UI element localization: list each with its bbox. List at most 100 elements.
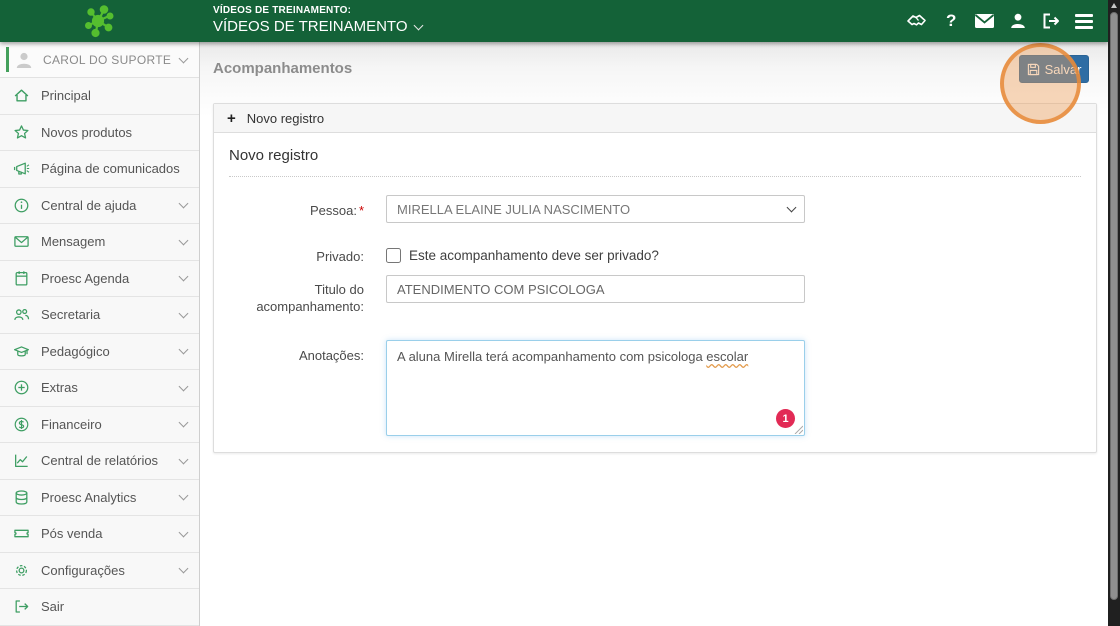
chevron-down-icon — [178, 454, 189, 465]
context-title: VÍDEOS DE TREINAMENTO — [213, 18, 408, 35]
logout-icon[interactable] — [1038, 8, 1064, 34]
sidebar-item-configuracoes[interactable]: Configurações — [0, 552, 199, 589]
acompanhamento-form: Pessoa: * MIRELLA ELAINE JULIA NASCIMENTO… — [229, 195, 1081, 436]
dollar-icon — [14, 417, 29, 432]
sidebar-item-pedagogico[interactable]: Pedagógico — [0, 333, 199, 370]
page-title: Acompanhamentos — [213, 60, 353, 77]
active-indicator — [6, 47, 9, 72]
topbar-actions: ? — [905, 0, 1097, 42]
panel-body: Novo registro Pessoa: * MIRELLA ELAINE JU… — [214, 133, 1096, 436]
top-navbar: VÍDEOS DE TREINAMENTO: VÍDEOS DE TREINAM… — [0, 0, 1108, 42]
save-icon — [1027, 63, 1039, 75]
sidebar-item-central-relatorios[interactable]: Central de relatórios — [0, 443, 199, 480]
sidebar-item-pagina-comunicados[interactable]: Página de comunicados — [0, 151, 199, 188]
proesc-logo-icon[interactable] — [82, 3, 118, 39]
titulo-input[interactable] — [386, 275, 805, 303]
context-label: VÍDEOS DE TREINAMENTO: — [213, 5, 352, 16]
form-row-pessoa: Pessoa: * MIRELLA ELAINE JULIA NASCIMENTO — [229, 195, 1081, 223]
people-icon — [14, 309, 30, 321]
sidebar-item-financeiro[interactable]: Financeiro — [0, 406, 199, 443]
chevron-down-icon — [786, 202, 797, 213]
sidebar-item-secretaria[interactable]: Secretaria — [0, 297, 199, 334]
mail-icon[interactable] — [971, 8, 997, 34]
panel-header-toggle[interactable]: + Novo registro — [214, 104, 1096, 133]
sidebar-menu: Principal Novos produtos Página de comun… — [0, 78, 199, 626]
titulo-label: Titulo do acompanhamento: — [256, 282, 364, 314]
sidebar-item-principal[interactable]: Principal — [0, 78, 199, 115]
chevron-down-icon — [178, 308, 189, 319]
anotacoes-label: Anotações: — [298, 348, 364, 363]
graduation-cap-icon — [13, 346, 30, 357]
sidebar-item-mensagem[interactable]: Mensagem — [0, 224, 199, 261]
envelope-icon — [14, 236, 29, 248]
sidebar-item-label: Principal — [41, 88, 91, 104]
novo-registro-panel: + Novo registro Novo registro Pessoa: * M… — [213, 103, 1097, 453]
chevron-down-icon — [178, 381, 189, 392]
form-row-privado: Privado: Este acompanhamento deve ser pr… — [229, 244, 1081, 266]
form-row-anotacoes: Anotações: A aluna Mirella terá acompanh… — [229, 340, 1081, 436]
sidebar-item-label: Financeiro — [41, 416, 102, 432]
save-button[interactable]: Salvar — [1019, 55, 1089, 83]
help-icon[interactable]: ? — [938, 8, 964, 34]
pessoa-select[interactable]: MIRELLA ELAINE JULIA NASCIMENTO — [386, 195, 805, 223]
panel-header-title: Novo registro — [246, 110, 325, 126]
user-icon[interactable] — [1005, 8, 1031, 34]
plus-icon: + — [227, 109, 236, 127]
sidebar-item-label: Proesc Agenda — [41, 270, 130, 286]
handshake-icon[interactable] — [905, 8, 931, 34]
sidebar-item-pos-venda[interactable]: Pós venda — [0, 516, 199, 553]
megaphone-icon — [13, 162, 30, 175]
sidebar-user[interactable]: CAROL DO SUPORTE — [0, 42, 199, 78]
privado-checkbox[interactable] — [386, 247, 401, 263]
save-button-label: Salvar — [1044, 61, 1082, 77]
anotacoes-textarea[interactable]: A aluna Mirella terá acompanhamento com … — [386, 340, 805, 436]
line-chart-icon — [15, 454, 28, 468]
menu-icon[interactable] — [1071, 8, 1097, 34]
chevron-down-icon — [178, 344, 189, 355]
privado-label: Privado: — [316, 248, 364, 264]
home-icon — [14, 89, 29, 102]
scroll-up-arrow-icon[interactable] — [1110, 3, 1117, 8]
sidebar-item-label: Novos produtos — [41, 124, 133, 140]
sidebar-item-novos-produtos[interactable]: Novos produtos — [0, 114, 199, 151]
sign-out-icon — [15, 600, 29, 613]
sidebar-item-label: Central de relatórios — [41, 453, 159, 469]
pessoa-select-value: MIRELLA ELAINE JULIA NASCIMENTO — [397, 201, 631, 217]
info-icon — [14, 198, 29, 213]
sidebar-item-central-ajuda[interactable]: Central de ajuda — [0, 187, 199, 224]
sidebar-item-label: Secretaria — [41, 307, 101, 323]
main-content: Acompanhamentos Salvar + Novo registro N… — [200, 42, 1108, 626]
privado-checkbox-label: Este acompanhamento deve ser privado? — [409, 247, 659, 263]
sidebar-item-label: Proesc Analytics — [41, 489, 137, 505]
chevron-down-icon — [178, 417, 189, 428]
app-window: VÍDEOS DE TREINAMENTO: VÍDEOS DE TREINAM… — [0, 0, 1120, 626]
form-row-titulo: Titulo do acompanhamento: — [229, 275, 1081, 315]
sidebar-item-label: Pedagógico — [41, 343, 110, 359]
chevron-down-icon — [178, 198, 189, 209]
sidebar-item-label: Mensagem — [41, 234, 106, 250]
chevron-down-icon — [178, 563, 189, 574]
chevron-down-icon — [178, 490, 189, 501]
agenda-icon — [15, 271, 28, 286]
sidebar-item-label: Extras — [41, 380, 78, 396]
star-icon — [14, 125, 29, 139]
context-title-block[interactable]: VÍDEOS DE TREINAMENTO: VÍDEOS DE TREINAM… — [213, 4, 424, 37]
dotted-separator — [229, 176, 1081, 177]
sidebar-item-extras[interactable]: Extras — [0, 370, 199, 407]
sidebar-item-label: Página de comunicados — [41, 161, 180, 177]
sidebar-item-label: Sair — [41, 599, 65, 615]
sidebar-item-proesc-analytics[interactable]: Proesc Analytics — [0, 479, 199, 516]
anotacoes-text: A aluna Mirella terá acompanhamento com … — [397, 349, 707, 364]
sidebar-item-sair[interactable]: Sair — [0, 589, 199, 626]
resize-handle-icon[interactable] — [793, 424, 803, 434]
sidebar-item-label: Pós venda — [41, 526, 103, 542]
ticket-icon — [14, 529, 29, 538]
anotacoes-misspelled-word: escolar — [706, 349, 749, 364]
sidebar-item-proesc-agenda[interactable]: Proesc Agenda — [0, 260, 199, 297]
pessoa-label: Pessoa: * — [309, 203, 364, 218]
vertical-scrollbar[interactable] — [1108, 0, 1120, 626]
section-title: Novo registro — [229, 147, 319, 164]
chevron-down-icon — [178, 235, 189, 246]
scrollbar-thumb[interactable] — [1110, 12, 1118, 600]
avatar — [16, 52, 32, 68]
